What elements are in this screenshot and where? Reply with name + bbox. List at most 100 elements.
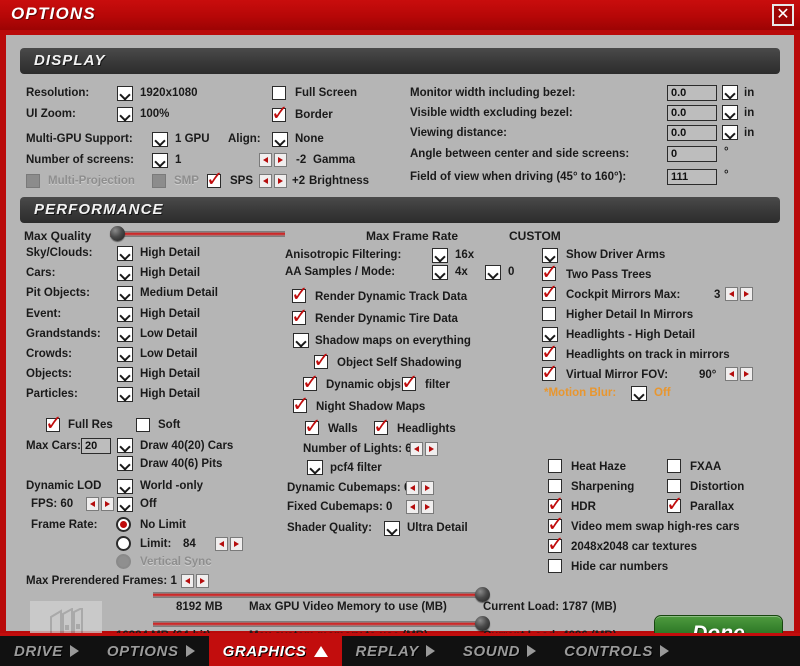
dynamic-cubemaps-spinner[interactable] — [406, 481, 434, 495]
detail-dropdown-skyclouds[interactable] — [117, 246, 133, 261]
system-memory-slider[interactable] — [153, 616, 490, 631]
limit-decrease-icon[interactable] — [215, 537, 228, 551]
border-checkbox[interactable]: ✓ — [271, 103, 289, 124]
lights-increase-icon[interactable] — [425, 442, 438, 456]
detail-dropdown-pit-objects[interactable] — [117, 286, 133, 302]
fov-field[interactable]: 111 — [667, 169, 717, 185]
gamma-decrease-icon[interactable] — [259, 153, 272, 167]
pcf4-filter-dropdown[interactable] — [307, 460, 323, 475]
dyn-cubemaps-increase-icon[interactable] — [421, 481, 434, 495]
viewing-distance-field[interactable]: 0.0 — [667, 125, 717, 141]
prerendered-spinner[interactable] — [181, 574, 209, 588]
fixed-cubemaps-decrease-icon[interactable] — [406, 500, 419, 514]
fps-mode-dropdown[interactable] — [117, 497, 133, 512]
fxaa-checkbox[interactable] — [667, 459, 681, 473]
tab-sound[interactable]: SOUND — [449, 636, 550, 666]
tab-replay[interactable]: REPLAY — [342, 636, 449, 666]
hide-car-numbers-checkbox[interactable] — [548, 559, 562, 573]
cockpit-mirrors-checkbox[interactable]: ✓ — [541, 282, 559, 303]
car-textures-checkbox[interactable]: ✓ — [547, 534, 565, 555]
detail-dropdown-cars[interactable] — [117, 266, 133, 282]
render-track-data-checkbox[interactable]: ✓ — [291, 284, 309, 305]
motion-blur-dropdown[interactable] — [631, 386, 647, 401]
full-res-checkbox[interactable]: ✓ — [45, 413, 63, 434]
dynamic-lod-dropdown[interactable] — [117, 479, 133, 494]
gamma-spinner[interactable] — [259, 153, 287, 167]
draw-cars-dropdown[interactable] — [117, 438, 133, 453]
visible-width-field[interactable]: 0.0 — [667, 105, 717, 121]
cockpit-mirrors-spinner[interactable] — [725, 287, 753, 301]
screen-angle-field[interactable]: 0 — [667, 146, 717, 162]
sps-checkbox[interactable]: ✓ — [206, 169, 224, 190]
ui-zoom-dropdown[interactable] — [117, 107, 133, 122]
detail-dropdown-grandstands[interactable] — [117, 326, 133, 342]
gamma-increase-icon[interactable] — [274, 153, 287, 167]
draw-pits-dropdown[interactable] — [117, 456, 133, 471]
fixed-cubemaps-spinner[interactable] — [406, 500, 434, 514]
mirrors-increase-icon[interactable] — [740, 287, 753, 301]
monitor-width-dropdown[interactable] — [722, 85, 738, 100]
fps-spinner[interactable] — [86, 497, 114, 511]
aniso-dropdown[interactable] — [432, 248, 448, 263]
dynamic-objs-filter-checkbox[interactable]: ✓ — [401, 372, 419, 393]
brightness-decrease-icon[interactable] — [259, 174, 272, 188]
number-of-lights-spinner[interactable] — [410, 442, 438, 456]
mirrors-decrease-icon[interactable] — [725, 287, 738, 301]
close-icon[interactable]: ✕ — [772, 4, 794, 26]
sharpening-checkbox[interactable] — [548, 479, 562, 493]
detail-dropdown-crowds[interactable] — [117, 347, 133, 362]
fov-decrease-icon[interactable] — [725, 367, 738, 381]
aa-samples-dropdown[interactable] — [432, 265, 448, 280]
no-limit-radio[interactable] — [116, 517, 131, 532]
headlights-in-mirrors-checkbox[interactable]: ✓ — [541, 342, 559, 363]
num-screens-dropdown[interactable] — [152, 153, 168, 168]
visible-width-dropdown[interactable] — [722, 105, 738, 120]
aa-mode-dropdown[interactable] — [485, 265, 501, 280]
headlights-shadow-checkbox[interactable]: ✓ — [373, 416, 391, 437]
soft-checkbox[interactable] — [136, 418, 150, 432]
fps-increase-icon[interactable] — [101, 497, 114, 511]
tab-options[interactable]: OPTIONS — [93, 636, 209, 666]
monitor-width-field[interactable]: 0.0 — [667, 85, 717, 101]
fov-increase-icon[interactable] — [740, 367, 753, 381]
shadow-maps-dropdown[interactable] — [293, 333, 309, 348]
virtual-mirror-spinner[interactable] — [725, 367, 753, 381]
resolution-dropdown[interactable] — [117, 86, 133, 101]
two-pass-trees-checkbox[interactable]: ✓ — [541, 262, 559, 283]
limit-increase-icon[interactable] — [230, 537, 243, 551]
object-self-shadowing-checkbox[interactable]: ✓ — [313, 350, 331, 371]
video-mem-swap-checkbox[interactable]: ✓ — [547, 514, 565, 535]
slider-knob[interactable] — [475, 587, 490, 602]
limit-radio[interactable] — [116, 536, 131, 551]
virtual-mirror-checkbox[interactable]: ✓ — [541, 362, 559, 383]
shader-quality-dropdown[interactable] — [384, 521, 400, 536]
walls-checkbox[interactable]: ✓ — [304, 416, 322, 437]
detail-dropdown-objects[interactable] — [117, 367, 133, 383]
slider-knob[interactable] — [475, 616, 490, 631]
full-screen-checkbox[interactable] — [272, 86, 286, 100]
dynamic-objs-checkbox[interactable]: ✓ — [302, 372, 320, 393]
hdr-checkbox[interactable]: ✓ — [547, 494, 565, 515]
tab-controls[interactable]: CONTROLS — [550, 636, 683, 666]
fps-decrease-icon[interactable] — [86, 497, 99, 511]
fixed-cubemaps-increase-icon[interactable] — [421, 500, 434, 514]
night-shadow-maps-checkbox[interactable]: ✓ — [292, 394, 310, 415]
limit-spinner[interactable] — [215, 537, 243, 551]
heat-haze-checkbox[interactable] — [548, 459, 562, 473]
max-quality-slider[interactable] — [110, 226, 285, 241]
max-cars-field[interactable]: 20 — [81, 438, 111, 454]
parallax-checkbox[interactable]: ✓ — [666, 494, 684, 515]
lights-decrease-icon[interactable] — [410, 442, 423, 456]
multi-gpu-dropdown[interactable] — [152, 132, 168, 147]
tab-drive[interactable]: DRIVE — [0, 636, 93, 666]
detail-dropdown-particles[interactable] — [117, 387, 133, 403]
dyn-cubemaps-decrease-icon[interactable] — [406, 481, 419, 495]
brightness-spinner[interactable] — [259, 174, 287, 188]
detail-dropdown-event[interactable] — [117, 306, 133, 322]
align-dropdown[interactable] — [272, 132, 288, 147]
distortion-checkbox[interactable] — [667, 479, 681, 493]
tab-graphics[interactable]: GRAPHICS — [208, 636, 342, 666]
slider-knob[interactable] — [110, 226, 125, 241]
higher-detail-mirrors-checkbox[interactable] — [542, 307, 556, 321]
prerendered-decrease-icon[interactable] — [181, 574, 194, 588]
